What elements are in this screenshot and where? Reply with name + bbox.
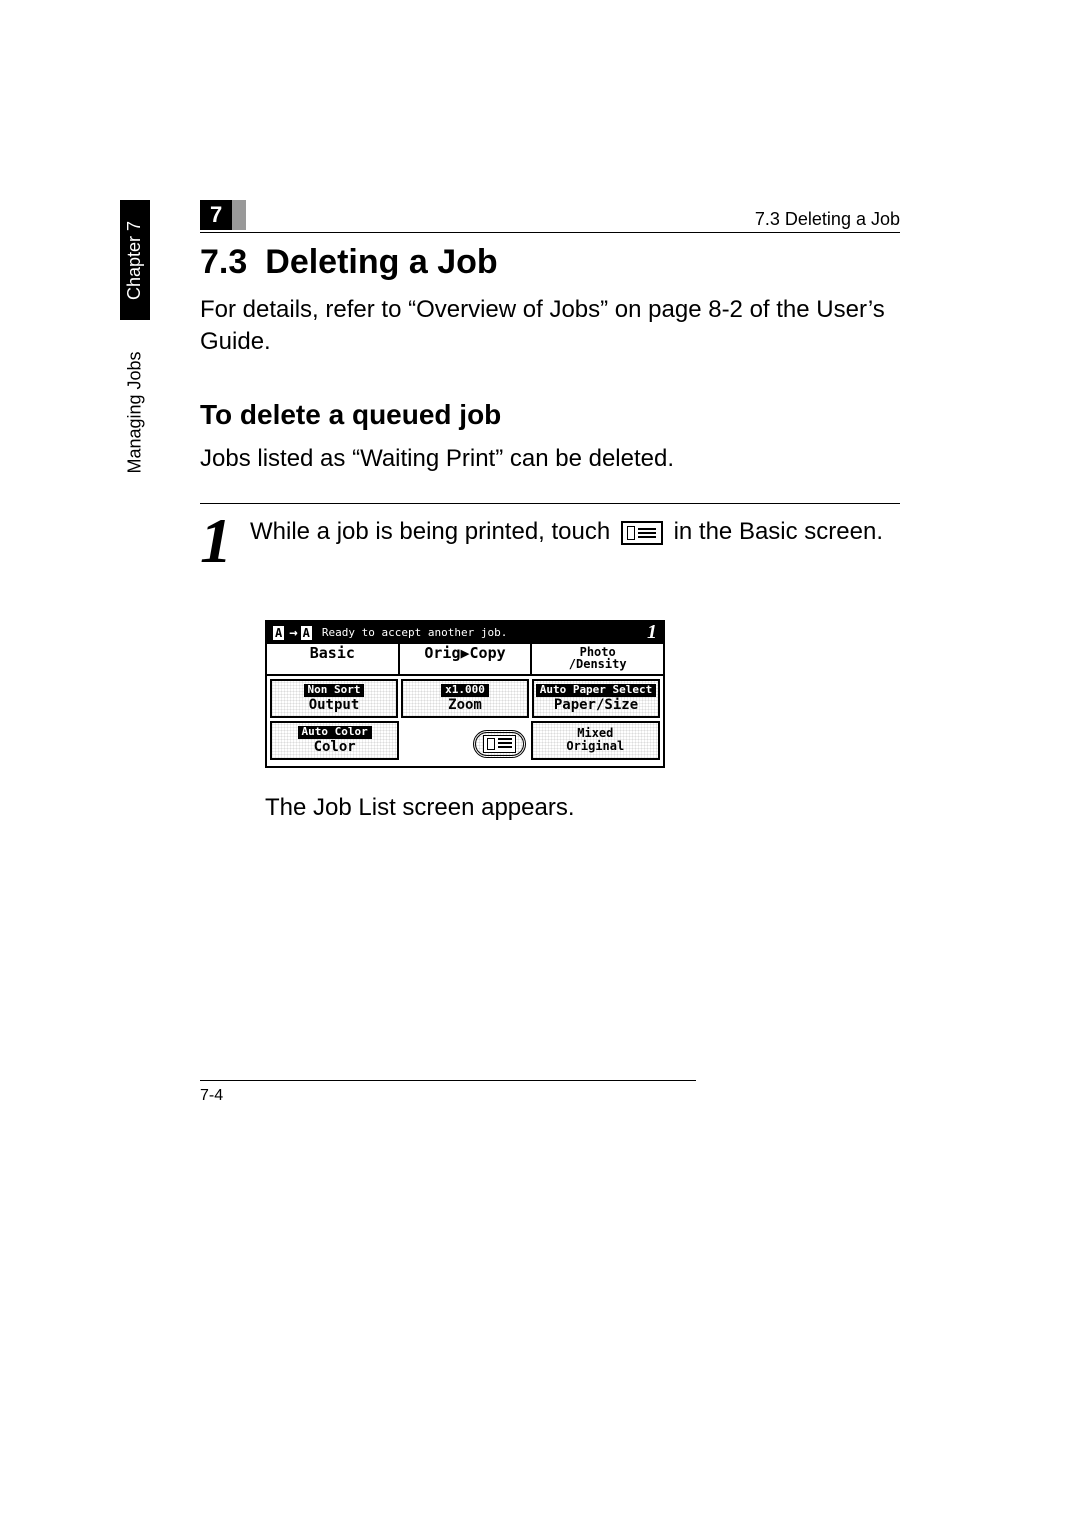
page-footer: 7-4 [200,1080,696,1105]
page-header: 7 7.3 Deleting a Job [200,200,900,233]
running-head: 7.3 Deleting a Job [755,209,900,230]
section-heading: 7.3 Deleting a Job [200,243,900,282]
btn-output[interactable]: Non Sort Output [270,679,398,718]
tab-orig-copy[interactable]: Orig▶Copy [400,644,533,674]
mode-badge-right: A [301,626,312,640]
lcd-tabs: Basic Orig▶Copy Photo /Density [267,644,663,676]
section-number: 7.3 [200,243,247,282]
page-content: 7 7.3 Deleting a Job 7.3 Deleting a Job … [200,200,900,822]
step-1: 1 While a job is being printed, touch in… [200,503,900,570]
subsection-intro: Jobs listed as “Waiting Print” can be de… [200,443,900,475]
side-margin: Chapter 7 Managing Jobs [115,200,155,460]
btn-paper-size[interactable]: Auto Paper Select Paper/Size [532,679,660,718]
btn-color[interactable]: Auto Color Color [270,721,399,760]
section-title: Deleting a Job [265,243,497,282]
tab-basic[interactable]: Basic [267,644,400,674]
printer-lcd-screenshot: A → A Ready to accept another job. 1 Bas… [265,620,665,768]
btn-mixed-original[interactable]: Mixed Original [531,721,660,760]
lcd-status-message: Ready to accept another job. [322,626,647,639]
subsection-heading: To delete a queued job [200,399,900,431]
step-text-after: in the Basic screen. [674,518,883,545]
step-result: The Job List screen appears. [265,794,900,822]
mode-badge-left: A [273,626,284,640]
lcd-status-bar: A → A Ready to accept another job. 1 [267,622,663,644]
job-list-icon [483,735,516,753]
section-intro: For details, refer to “Overview of Jobs”… [200,294,900,359]
chapter-badge: Chapter 7 [120,200,150,320]
lcd-body: Non Sort Output x1.000 Zoom Auto Paper S… [267,676,663,766]
btn-zoom[interactable]: x1.000 Zoom [401,679,529,718]
chapter-label: Chapter 7 [125,220,146,299]
lcd-copy-count: 1 [647,621,657,644]
step-number: 1 [200,512,232,570]
arrow-right-icon: → [289,625,297,641]
step-text: While a job is being printed, touch in t… [250,512,900,548]
zoom-value: x1.000 [441,684,489,697]
chapter-number-badge: 7 [200,200,232,230]
non-sort-indicator: Non Sort [304,684,365,697]
job-list-icon [621,521,663,545]
step-text-before: While a job is being printed, touch [250,518,610,545]
tab-photo-density[interactable]: Photo /Density [532,644,663,674]
btn-job-list[interactable] [473,730,526,758]
auto-color-indicator: Auto Color [298,726,372,739]
page-number: 7-4 [200,1087,223,1104]
side-section-label: Managing Jobs [125,351,146,473]
auto-paper-indicator: Auto Paper Select [536,684,657,697]
